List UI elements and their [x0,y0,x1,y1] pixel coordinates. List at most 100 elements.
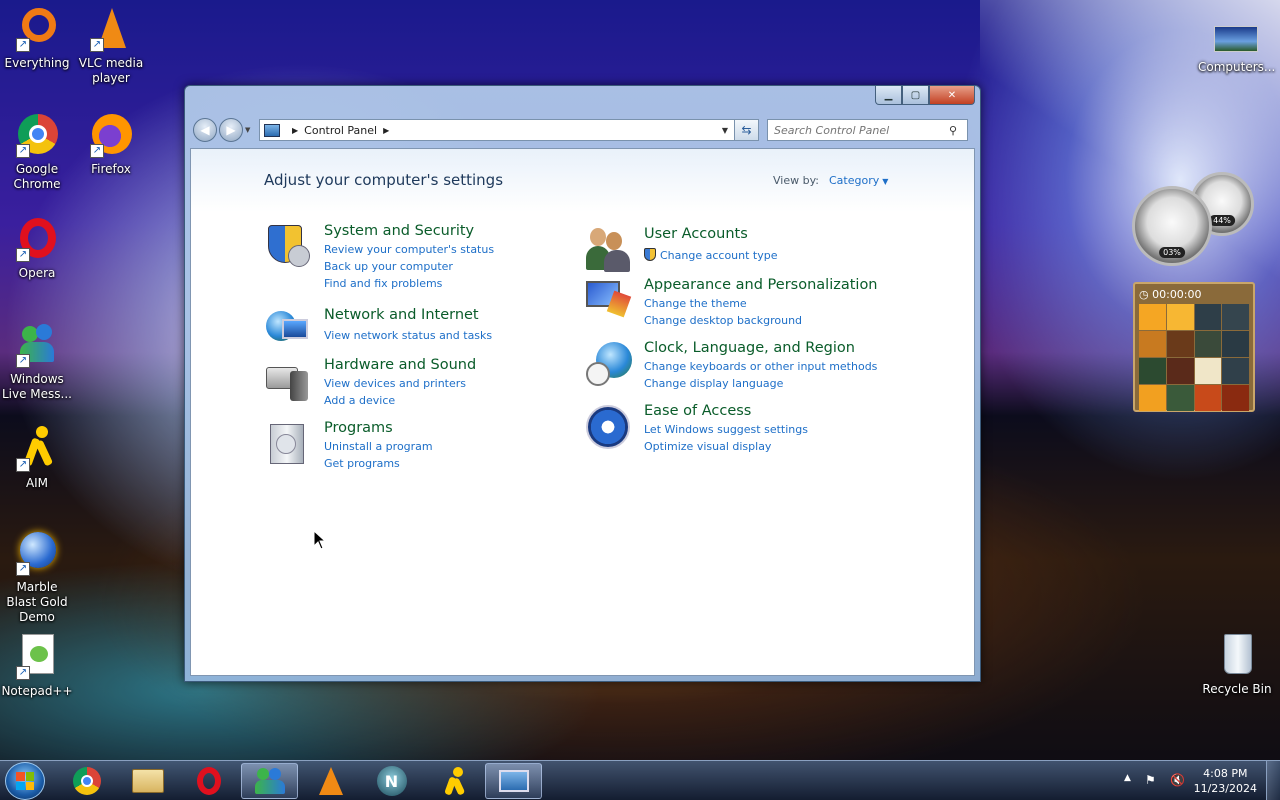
puzzle-tile[interactable] [1166,304,1194,330]
search-icon[interactable]: ⚲ [949,124,967,137]
category-link[interactable]: View network status and tasks [324,329,492,342]
puzzle-tile[interactable] [1222,385,1249,411]
category-title[interactable]: User Accounts [644,226,748,242]
firefox-icon: ↗ [88,112,134,158]
puzzle-tile[interactable] [1166,331,1194,357]
start-button[interactable] [5,762,45,800]
desktop-icon-everything[interactable]: ↗ Everything [0,6,74,71]
taskbar-explorer[interactable] [119,763,176,799]
windows-logo-icon [16,772,34,790]
breadcrumb-arrow-icon[interactable]: ▶ [292,126,298,135]
category-link[interactable]: Find and fix problems [324,277,442,290]
puzzle-tile[interactable] [1166,385,1194,411]
desktop-icon-label: VLC media player [78,56,144,85]
puzzle-tile[interactable] [1139,385,1166,411]
puzzle-tile[interactable] [1139,304,1166,330]
category-title[interactable]: Clock, Language, and Region [644,340,855,356]
category-title[interactable]: Appearance and Personalization [644,277,878,293]
close-button[interactable]: ✕ [929,86,975,105]
breadcrumb-control-panel[interactable]: Control Panel [304,124,377,137]
desktop-icon-aim[interactable]: ↗ AIM [0,426,74,491]
recent-pages-dropdown[interactable]: ▼ [245,126,255,134]
category-link[interactable]: Uninstall a program [324,440,433,453]
breadcrumb-arrow-icon[interactable]: ▶ [383,126,389,135]
messenger-people-icon [254,768,285,794]
forward-button[interactable]: ▶ [219,118,243,142]
folder-icon [131,769,164,793]
control-panel-window[interactable]: ▁ ▢ ✕ ◀ ▶ ▼ ▶ Control Panel ▶ ▼ ⇆ ⚲ Adju… [184,85,981,682]
puzzle-tile[interactable] [1222,358,1249,384]
taskbar-messenger[interactable] [241,763,298,799]
category-title[interactable]: Network and Internet [324,307,479,323]
desktop-icon-label: Firefox [91,162,131,176]
show-desktop-button[interactable] [1266,761,1280,800]
taskbar-chrome[interactable] [58,763,115,799]
desktop-icon-notepadpp[interactable]: ↗ Notepad++ [0,634,74,699]
desktop-icon-opera[interactable]: ↗ Opera [0,216,74,281]
taskbar-opera[interactable] [180,763,237,799]
puzzle-tile[interactable] [1194,358,1222,384]
puzzle-tile[interactable] [1222,331,1249,357]
category-link[interactable]: Let Windows suggest settings [644,423,808,436]
notepadpp-icon: ↗ [14,634,60,680]
puzzle-tile[interactable] [1166,358,1194,384]
category-title[interactable]: System and Security [324,223,474,239]
desktop-icon-label: Everything [4,56,70,70]
minimize-button[interactable]: ▁ [875,86,902,105]
desktop-icon-label: Windows Live Mess... [1,372,72,401]
address-bar[interactable]: ▶ Control Panel ▶ ▼ [259,119,735,141]
taskbar-netscape[interactable]: N [363,763,420,799]
category-link[interactable]: Change display language [644,377,783,390]
search-input[interactable] [774,123,949,137]
puzzle-tile[interactable] [1194,385,1222,411]
desktop-icon-chrome[interactable]: ↗ Google Chrome [0,112,74,192]
category-link[interactable]: Change desktop background [644,314,802,327]
puzzle-tile[interactable] [1139,331,1166,357]
maximize-button[interactable]: ▢ [902,86,929,105]
category-link[interactable]: Review your computer's status [324,243,494,256]
uac-shield-icon [644,248,656,261]
category-link[interactable]: View devices and printers [324,377,466,390]
desktop-icon-marble-blast[interactable]: ↗ Marble Blast Gold Demo [0,530,74,625]
back-button[interactable]: ◀ [193,118,217,142]
show-hidden-icons-button[interactable]: ▲ [1124,773,1131,783]
desktop-icon-firefox[interactable]: ↗ Firefox [74,112,148,177]
category-title[interactable]: Ease of Access [644,403,751,419]
action-center-flag-icon[interactable]: ⚑ [1145,773,1156,787]
everything-icon: ↗ [14,6,60,52]
volume-muted-icon[interactable]: 🔇 [1170,773,1185,787]
category-title[interactable]: Hardware and Sound [324,357,476,373]
refresh-button[interactable]: ⇆ [735,119,759,141]
search-box[interactable]: ⚲ [767,119,968,141]
desktop-icon-windows-live-messenger[interactable]: ↗ Windows Live Mess... [0,322,74,402]
puzzle-grid[interactable] [1139,304,1249,411]
cpu-gauge-gadget[interactable]: 03% [1132,186,1212,266]
category-link[interactable]: Optimize visual display [644,440,771,453]
view-by-dropdown[interactable]: Category ▼ [829,174,888,187]
puzzle-tile[interactable] [1194,304,1222,330]
category-link[interactable]: Change account type [644,248,778,262]
taskbar-control-panel[interactable] [485,763,542,799]
puzzle-tile[interactable] [1194,331,1222,357]
page-title: Adjust your computer's settings [264,171,504,189]
category-link[interactable]: Back up your computer [324,260,453,273]
puzzle-tile[interactable] [1222,304,1249,330]
system-clock[interactable]: 4:08 PM 11/23/2024 [1194,766,1257,796]
desktop-icon-vlc[interactable]: ↗ VLC media player [74,6,148,86]
address-history-dropdown[interactable]: ▼ [716,126,734,135]
category-link[interactable]: Get programs [324,457,400,470]
category-link[interactable]: Add a device [324,394,395,407]
netscape-icon: N [376,766,407,796]
programs-box-icon [264,420,312,468]
vlc-cone-icon [318,767,343,795]
taskbar-vlc[interactable] [302,763,359,799]
desktop-icon-computer[interactable]: Computers... [1198,22,1275,75]
desktop-icon-recycle-bin[interactable]: Recycle Bin [1200,632,1274,697]
category-link[interactable]: Change keyboards or other input methods [644,360,877,373]
category-title[interactable]: Programs [324,420,393,436]
puzzle-tile[interactable] [1139,358,1166,384]
opera-icon: ↗ [14,216,60,262]
category-link[interactable]: Change the theme [644,297,747,310]
picture-puzzle-gadget[interactable]: ◷ 00:00:00 [1133,282,1255,412]
taskbar-aim[interactable] [424,763,481,799]
